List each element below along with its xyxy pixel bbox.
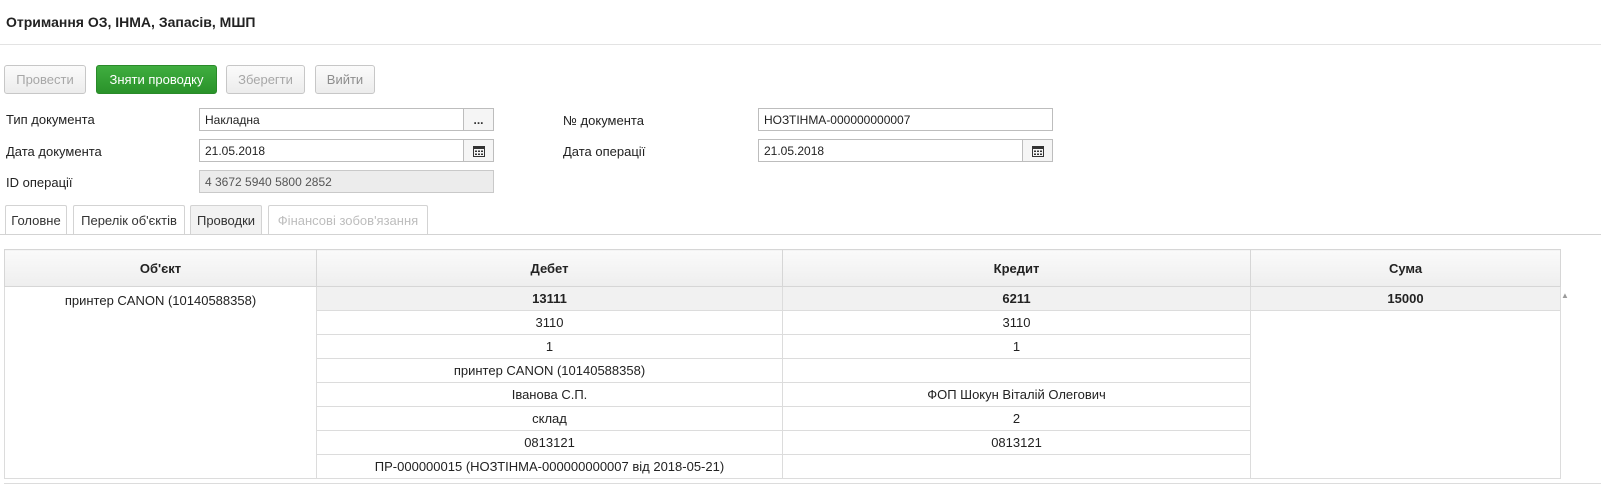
debit-cell: принтер CANON (10140588358) xyxy=(316,358,783,383)
sum-cell: 15000 xyxy=(1250,286,1561,311)
grid-bottom-divider xyxy=(4,483,1601,484)
exit-button[interactable]: Вийти xyxy=(315,65,375,94)
tabs-divider xyxy=(0,234,1601,235)
sum-empty-cell xyxy=(1250,310,1561,479)
tab-postings[interactable]: Проводки xyxy=(190,205,262,234)
debit-cell: склад xyxy=(316,406,783,431)
op-id-label: ID операції xyxy=(6,175,73,190)
doc-type-label: Тип документа xyxy=(6,112,95,127)
tab-financial-obligations[interactable]: Фінансові зобов'язання xyxy=(268,205,428,234)
debit-cell: ПР-000000015 (НОЗТІНМА-000000000007 від … xyxy=(316,454,783,479)
doc-type-value: Накладна xyxy=(205,112,260,127)
calendar-icon[interactable] xyxy=(463,140,493,161)
column-header-sum[interactable]: Сума xyxy=(1250,249,1561,287)
credit-cell: 1 xyxy=(782,334,1251,359)
doc-date-label: Дата документа xyxy=(6,144,102,159)
doc-number-value: НОЗТІНМА-000000000007 xyxy=(764,112,911,127)
object-cell: принтер CANON (10140588358) xyxy=(4,286,317,479)
doc-date-value: 21.05.2018 xyxy=(205,143,266,158)
credit-cell: ФОП Шокун Віталій Олегович xyxy=(782,382,1251,407)
doc-number-label: № документа xyxy=(563,113,644,128)
op-id-value: 4 3672 5940 5800 2852 xyxy=(205,174,332,189)
calendar-icon[interactable] xyxy=(1022,140,1052,161)
credit-cell: 2 xyxy=(782,406,1251,431)
doc-date-field[interactable]: 21.05.2018 xyxy=(199,139,494,162)
scroll-up-icon[interactable]: ▲ xyxy=(1561,291,1569,300)
op-date-field[interactable]: 21.05.2018 xyxy=(758,139,1053,162)
credit-cell xyxy=(782,358,1251,383)
column-header-debit[interactable]: Дебет xyxy=(316,249,783,287)
doc-number-field[interactable]: НОЗТІНМА-000000000007 xyxy=(758,108,1053,131)
doc-type-browse-button[interactable]: ... xyxy=(463,109,493,130)
column-header-object[interactable]: Об'єкт xyxy=(4,249,317,287)
title-divider xyxy=(0,44,1601,45)
post-button[interactable]: Провести xyxy=(4,65,86,94)
debit-cell: 3110 xyxy=(316,310,783,335)
credit-cell: 3110 xyxy=(782,310,1251,335)
tab-objects-list[interactable]: Перелік об'єктів xyxy=(73,205,185,234)
table-row[interactable]: принтер CANON (10140588358) 13111 6211 1… xyxy=(4,286,1561,479)
debit-cell: Іванова С.П. xyxy=(316,382,783,407)
credit-cell xyxy=(782,454,1251,479)
debit-cell: 1 xyxy=(316,334,783,359)
credit-cell: 6211 xyxy=(782,286,1251,311)
tab-main[interactable]: Головне xyxy=(5,205,67,234)
doc-type-field[interactable]: Накладна ... xyxy=(199,108,494,131)
credit-cell: 0813121 xyxy=(782,430,1251,455)
unpost-button[interactable]: Зняти проводку xyxy=(96,65,217,94)
column-header-credit[interactable]: Кредит xyxy=(782,249,1251,287)
debit-cell: 13111 xyxy=(316,286,783,311)
save-button[interactable]: Зберегти xyxy=(226,65,305,94)
postings-table: Об'єкт Дебет Кредит Сума принтер CANON (… xyxy=(4,249,1561,479)
op-id-field: 4 3672 5940 5800 2852 xyxy=(199,170,494,193)
op-date-value: 21.05.2018 xyxy=(764,143,825,158)
op-date-label: Дата операції xyxy=(563,144,646,159)
debit-cell: 0813121 xyxy=(316,430,783,455)
page-title: Отримання ОЗ, ІНМА, Запасів, МШП xyxy=(6,14,256,30)
